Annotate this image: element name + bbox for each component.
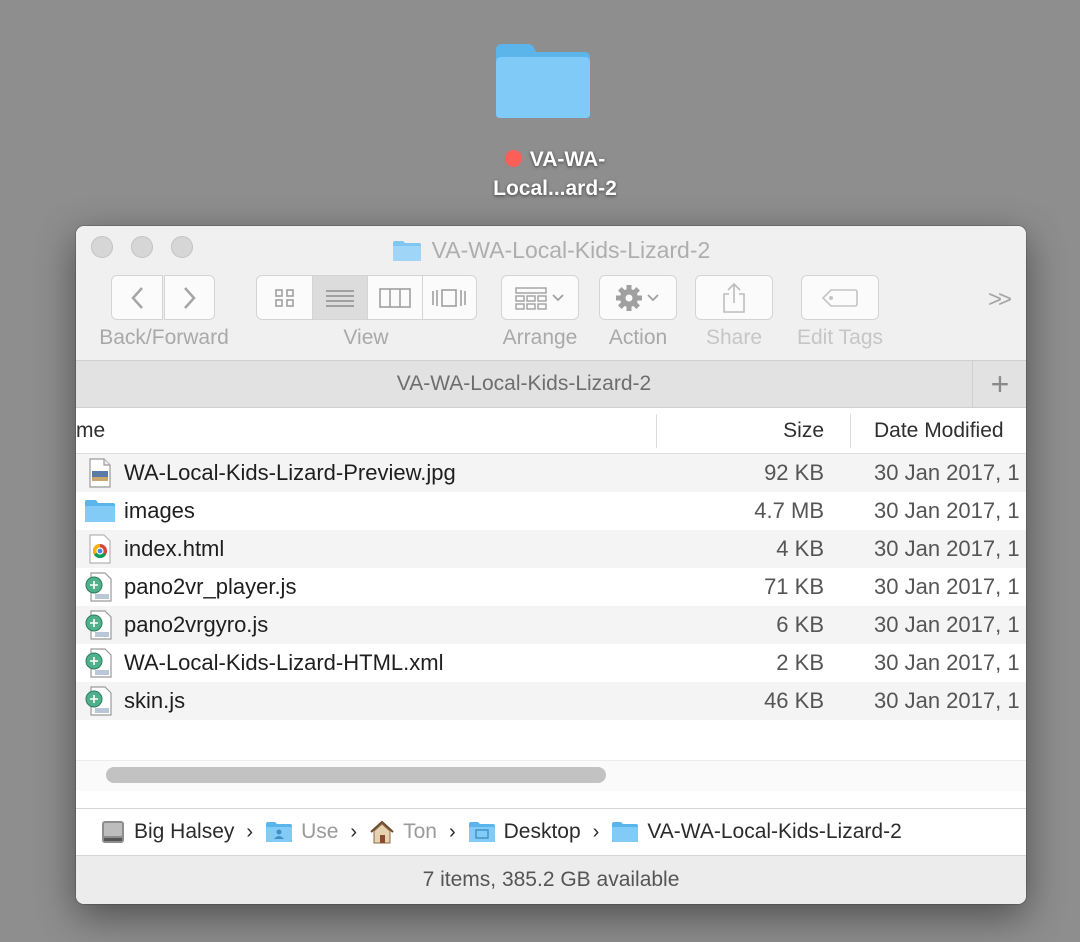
tab-bar: VA-WA-Local-Kids-Lizard-2 + (76, 360, 1026, 408)
home-icon (369, 820, 395, 844)
tag-icon (821, 288, 858, 307)
folder-icon (84, 496, 116, 526)
share-button[interactable] (695, 275, 773, 320)
file-name: WA-Local-Kids-Lizard-HTML.xml (124, 650, 444, 675)
users-folder-icon (265, 821, 293, 843)
new-tab-button[interactable]: + (972, 361, 1026, 407)
folder-icon (611, 821, 639, 843)
file-date: 30 Jan 2017, 1 (874, 536, 1020, 561)
file-name: skin.js (124, 688, 186, 713)
chevron-left-icon (131, 286, 143, 309)
script-file-icon (84, 648, 116, 678)
columns-icon (379, 287, 411, 308)
file-size: 2 KB (776, 650, 824, 675)
list-icon (326, 289, 355, 307)
red-tag-dot (504, 150, 522, 167)
chrome-html-icon (84, 534, 116, 564)
path-item-desktop[interactable]: Desktop (468, 820, 581, 844)
cover-flow-icon (432, 288, 467, 307)
tab-current-folder[interactable]: VA-WA-Local-Kids-Lizard-2 (76, 361, 972, 407)
view-label: View (343, 326, 389, 349)
file-date: 30 Jan 2017, 1 (874, 460, 1020, 485)
file-size: 46 KB (764, 688, 824, 713)
view-segmented-control[interactable] (256, 275, 477, 320)
file-date: 30 Jan 2017, 1 (874, 612, 1020, 637)
finder-window: VA-WA-Local-Kids-Lizard-2 Back/Forward V… (76, 226, 1026, 904)
file-date: 30 Jan 2017, 1 (874, 650, 1020, 675)
share-icon (723, 282, 745, 313)
file-date: 30 Jan 2017, 1 (874, 688, 1020, 713)
arrange-button[interactable] (501, 275, 579, 320)
window-title: VA-WA-Local-Kids-Lizard-2 (76, 234, 1026, 266)
jpg-file-icon (84, 458, 116, 488)
file-size: 6 KB (776, 612, 824, 637)
column-divider[interactable] (850, 414, 851, 448)
desktop-folder-icon (496, 44, 590, 118)
grid-icon (274, 288, 294, 307)
file-name: index.html (124, 536, 225, 561)
file-row[interactable]: pano2vr_player.js 71 KB 30 Jan 2017, 1 (76, 568, 1026, 606)
edit-tags-button[interactable] (801, 275, 879, 320)
file-row[interactable]: WA-Local-Kids-Lizard-HTML.xml 2 KB 30 Ja… (76, 644, 1026, 682)
arrange-grid-icon (515, 286, 564, 310)
column-header: me Size Date Modified (76, 408, 1026, 454)
desktop-folder-icon (468, 821, 496, 843)
icon-view-button[interactable] (257, 276, 314, 319)
path-item-current-folder[interactable]: VA-WA-Local-Kids-Lizard-2 (611, 820, 902, 844)
file-size: 92 KB (764, 460, 824, 485)
back-button[interactable] (111, 275, 163, 320)
column-view-button[interactable] (368, 276, 423, 319)
hard-drive-icon (100, 819, 126, 845)
script-file-icon (84, 572, 116, 602)
path-item-disk[interactable]: Big Halsey (100, 819, 234, 845)
edit-tags-label: Edit Tags (797, 326, 883, 349)
toolbar-overflow-button[interactable]: >> (988, 286, 1012, 314)
gear-icon (616, 284, 659, 311)
file-row[interactable]: pano2vrgyro.js 6 KB 30 Jan 2017, 1 (76, 606, 1026, 644)
file-row[interactable]: skin.js 46 KB 30 Jan 2017, 1 (76, 682, 1026, 720)
action-label: Action (608, 326, 668, 349)
share-label: Share (705, 326, 763, 349)
file-name: WA-Local-Kids-Lizard-Preview.jpg (124, 460, 456, 485)
file-name: pano2vr_player.js (124, 574, 297, 599)
path-item-users[interactable]: Use (265, 820, 338, 844)
scrollbar-thumb[interactable] (106, 767, 606, 783)
script-file-icon (84, 686, 116, 716)
back-forward-label: Back/Forward (99, 326, 229, 349)
chevron-right-icon (183, 286, 196, 309)
file-row[interactable]: WA-Local-Kids-Lizard-Preview.jpg 92 KB 3… (76, 454, 1026, 492)
forward-button[interactable] (164, 275, 215, 320)
list-view-button[interactable] (313, 276, 369, 319)
file-name: images (124, 498, 195, 523)
file-row[interactable]: index.html 4 KB 30 Jan 2017, 1 (76, 530, 1026, 568)
file-rows: WA-Local-Kids-Lizard-Preview.jpg 92 KB 3… (76, 454, 1026, 720)
path-bar: Big Halsey › Use › Ton › Desktop › VA-WA… (76, 808, 1026, 856)
folder-icon (392, 241, 421, 261)
action-button[interactable] (599, 275, 677, 320)
breadcrumb: Big Halsey › Use › Ton › Desktop › VA-WA… (100, 809, 902, 855)
column-date-header[interactable]: Date Modified (874, 408, 1004, 454)
column-size-header[interactable]: Size (656, 408, 824, 454)
file-row[interactable]: images 4.7 MB 30 Jan 2017, 1 (76, 492, 1026, 530)
column-name-header[interactable]: me (76, 408, 105, 454)
file-size: 71 KB (764, 574, 824, 599)
file-date: 30 Jan 2017, 1 (874, 498, 1020, 523)
path-item-home[interactable]: Ton (369, 820, 437, 844)
file-size: 4 KB (776, 536, 824, 561)
horizontal-scrollbar[interactable] (76, 760, 1026, 791)
file-date: 30 Jan 2017, 1 (874, 574, 1020, 599)
file-list-area: me Size Date Modified WA-Local-Kids-Liza… (76, 408, 1026, 808)
status-bar: 7 items, 385.2 GB available (76, 856, 1026, 904)
arrange-label: Arrange (502, 326, 578, 349)
titlebar: VA-WA-Local-Kids-Lizard-2 Back/Forward V… (76, 226, 1026, 360)
file-name: pano2vrgyro.js (124, 612, 269, 637)
script-file-icon (84, 610, 116, 640)
cover-flow-button[interactable] (423, 276, 476, 319)
desktop-folder-label: VA-WA- Local...ard-2 (493, 148, 617, 200)
file-size: 4.7 MB (754, 498, 824, 523)
